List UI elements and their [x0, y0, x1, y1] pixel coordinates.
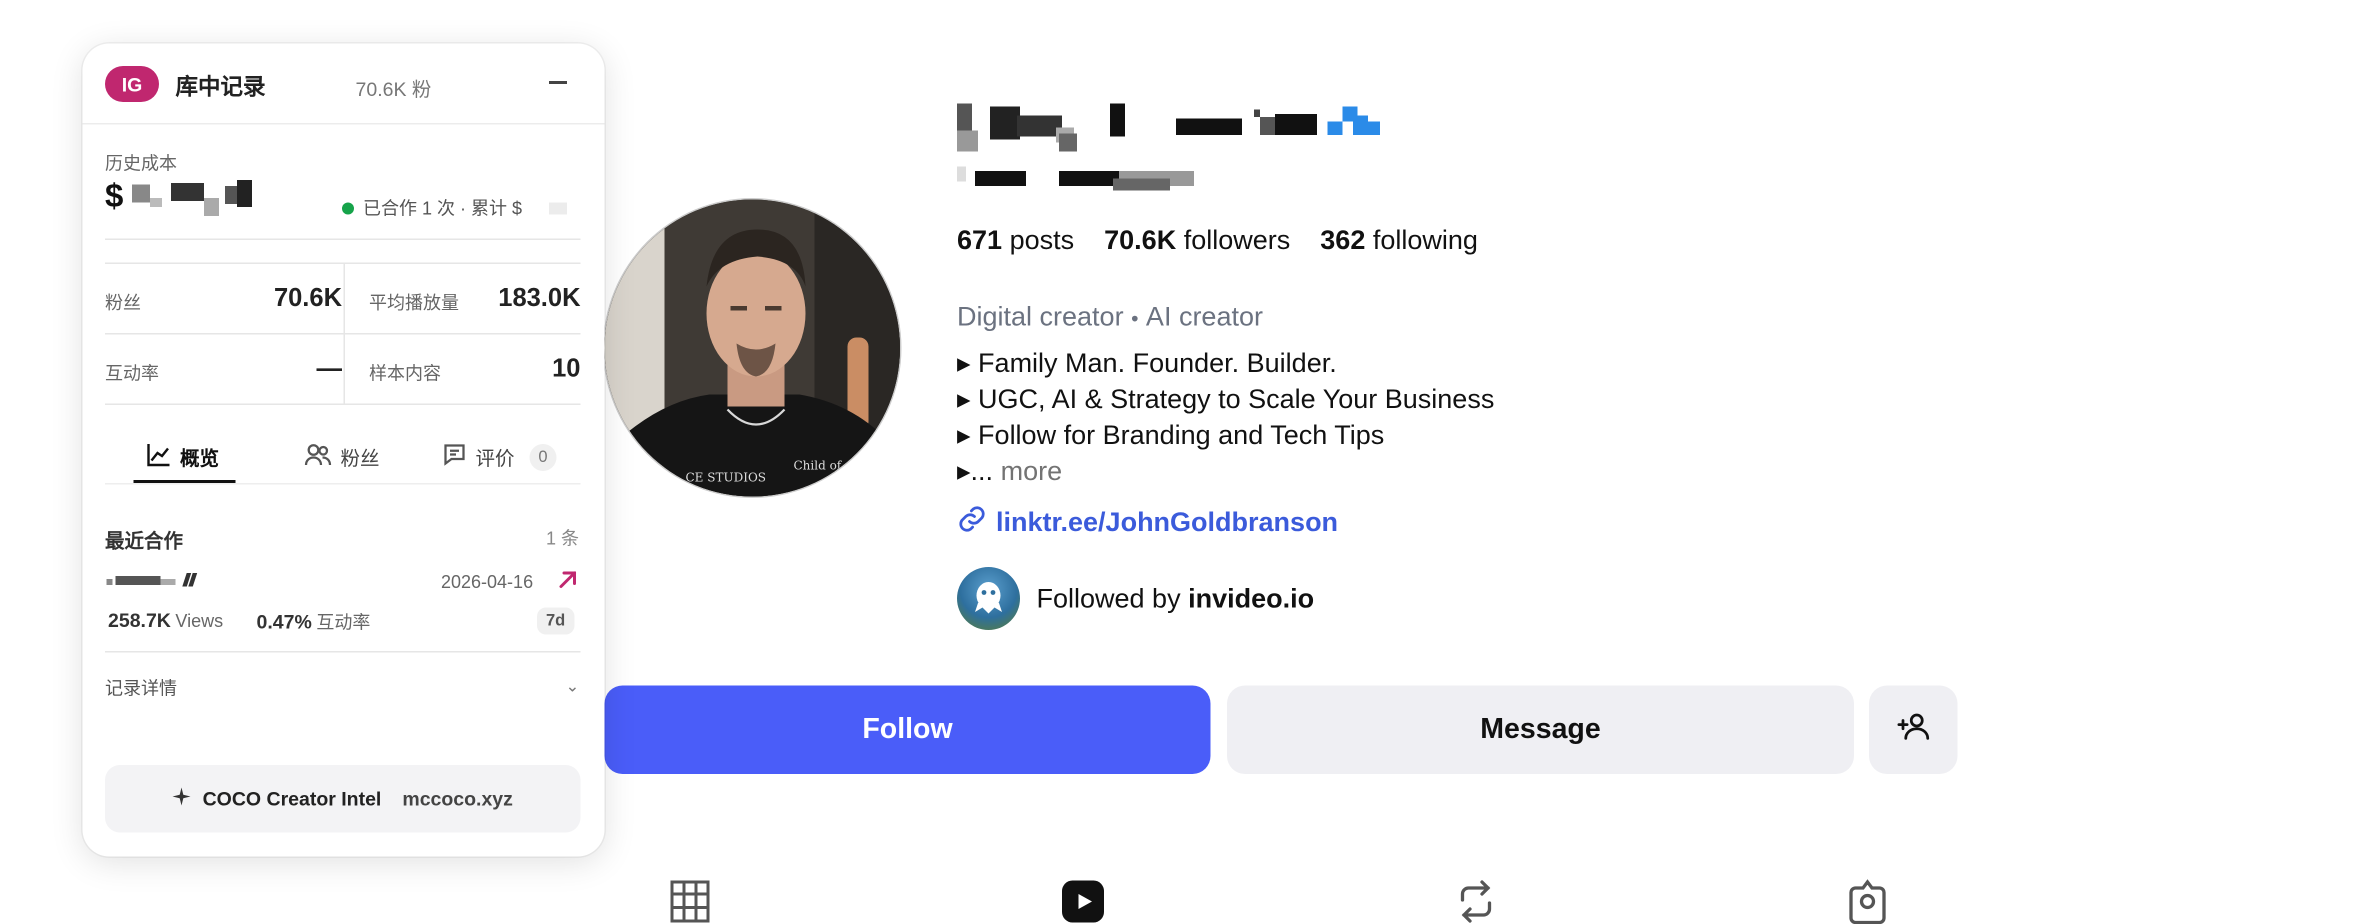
bio-more-link[interactable]: more: [1001, 456, 1063, 486]
repost-icon[interactable]: [1454, 879, 1499, 924]
link-text: linktr.ee/JohnGoldbranson: [996, 507, 1339, 537]
bio-line: ▸ Follow for Branding and Tech Tips: [957, 420, 1385, 450]
person-add-icon: [1896, 710, 1930, 751]
category-secondary: AI creator: [1145, 301, 1263, 332]
svg-text:CE STUDIOS: CE STUDIOS: [686, 471, 767, 485]
chevron-down-icon[interactable]: ⌄: [566, 677, 580, 696]
grid-icon[interactable]: [668, 879, 713, 924]
tagged-icon[interactable]: [1845, 879, 1890, 924]
recent-collab-date: 2026-04-16: [441, 571, 534, 593]
metric-sample-value: 10: [552, 354, 581, 383]
cooperation-status: 已合作 1 次 · 累计 $: [342, 195, 568, 221]
posts-stat: 671 posts: [957, 225, 1075, 255]
minus-icon[interactable]: [545, 69, 572, 96]
bio-ellipsis: ▸...: [957, 456, 994, 486]
metric-engagement-value: —: [316, 354, 343, 383]
metric-sample-label: 样本内容: [369, 363, 442, 384]
tab-reviews[interactable]: 评价 0: [443, 443, 557, 472]
metric-fans-value: 70.6K: [273, 283, 342, 313]
follower-avatar: [957, 567, 1020, 630]
message-button[interactable]: Message: [1227, 685, 1854, 774]
platform-badge: IG: [105, 66, 159, 102]
followed-by-name[interactable]: invideo.io: [1188, 583, 1314, 613]
profile-username-redacted: [957, 101, 1385, 152]
line-chart-icon: [147, 443, 171, 472]
following-stat[interactable]: 362 following: [1320, 225, 1478, 257]
arrow-up-right-icon[interactable]: [558, 570, 578, 597]
recent-collab-title: 最近合作: [105, 529, 184, 553]
recent-collab-views: 258.7K Views: [108, 609, 224, 632]
metric-engagement-label: 互动率: [105, 363, 160, 384]
profile-category: Digital creator • AI creator: [957, 302, 1263, 334]
creator-intel-panel: IG 库中记录 70.6K 粉 历史成本 $ 已合作 1 次 · 累计 $ 粉丝…: [82, 43, 605, 857]
followers-stat[interactable]: 70.6K followers: [1104, 225, 1290, 257]
recent-collab-name-redacted[interactable]: [106, 573, 198, 588]
history-cost-label: 历史成本: [105, 153, 178, 174]
recent-collab-age-badge: 7d: [537, 607, 575, 635]
recent-collab-count: 1 条: [546, 528, 580, 549]
svg-text:Child of: Child of: [794, 459, 843, 473]
metric-avg-play-value: 183.0K: [498, 283, 581, 313]
profile-bio: ▸ Family Man. Founder. Builder. ▸ UGC, A…: [957, 345, 1494, 489]
metric-fans-label: 粉丝: [105, 292, 142, 314]
tab-overview[interactable]: 概览: [147, 443, 219, 472]
tab-fans[interactable]: 粉丝: [304, 443, 380, 472]
panel-footer[interactable]: COCO Creator Intel mccoco.xyz: [105, 765, 581, 833]
link-icon: [957, 504, 987, 542]
profile-link[interactable]: linktr.ee/JohnGoldbranson: [957, 504, 1338, 542]
profile-fullname-redacted: [957, 166, 1205, 194]
history-cost-value: $: [105, 177, 255, 222]
record-details-toggle[interactable]: 记录详情: [105, 675, 177, 701]
suggest-user-button[interactable]: [1869, 685, 1958, 774]
reviews-count-badge: 0: [529, 443, 557, 471]
panel-title: 库中记录: [175, 75, 266, 101]
followed-by-prefix: Followed by: [1036, 582, 1181, 613]
follow-button[interactable]: Follow: [604, 685, 1211, 774]
users-icon: [304, 443, 332, 472]
reels-icon[interactable]: [1061, 879, 1106, 924]
category-separator: •: [1131, 306, 1139, 330]
followed-by[interactable]: Followed by invideo.io: [957, 567, 1314, 630]
footer-brand: COCO Creator Intel: [202, 787, 382, 811]
cooperation-text: 已合作 1 次 · 累计 $: [363, 198, 523, 219]
profile-avatar[interactable]: CE STUDIOS Child of: [603, 198, 902, 498]
sparkle-icon: [172, 787, 191, 811]
comment-icon: [443, 443, 467, 472]
profile-stats: 671 posts 70.6K followers 362 following: [957, 225, 1478, 257]
metric-avg-play-label: 平均播放量: [369, 292, 460, 314]
status-dot-icon: [342, 201, 354, 214]
recent-collab-engagement: 0.47% 互动率: [256, 610, 371, 634]
bio-line: ▸ Family Man. Founder. Builder.: [957, 348, 1337, 378]
footer-domain[interactable]: mccoco.xyz: [402, 788, 513, 811]
panel-header: IG 库中记录 70.6K 粉: [82, 44, 605, 125]
bio-line: ▸ UGC, AI & Strategy to Scale Your Busin…: [957, 384, 1495, 414]
panel-fans-summary: 70.6K 粉: [355, 78, 432, 101]
currency-symbol: $: [105, 177, 124, 215]
category-primary: Digital creator: [957, 301, 1124, 332]
